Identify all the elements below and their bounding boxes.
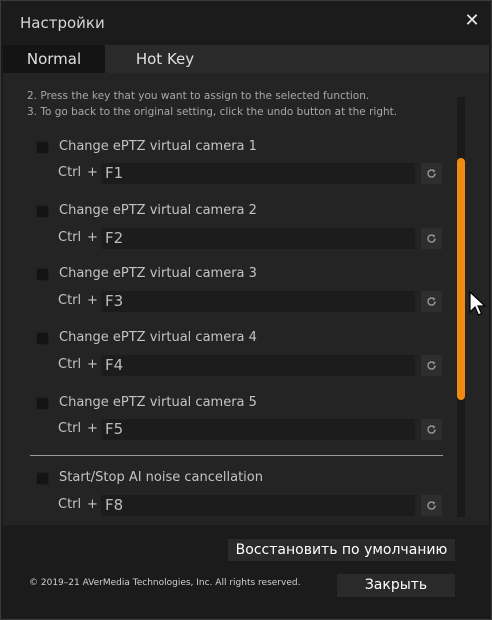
key-field[interactable]: F4 xyxy=(101,355,415,376)
hotkey-label: Change ePTZ virtual camera 4 xyxy=(59,330,257,345)
hotkey-label: Change ePTZ virtual camera 1 xyxy=(59,139,257,154)
undo-button[interactable] xyxy=(421,163,442,184)
modifier-label: Ctrl xyxy=(58,293,82,308)
key-field[interactable]: F8 xyxy=(101,495,415,516)
modifier-label: Ctrl xyxy=(58,230,82,245)
key-field[interactable]: F3 xyxy=(101,291,415,312)
window-title: Настройки xyxy=(20,14,105,32)
plus-sign: + xyxy=(87,165,98,180)
modifier-label: Ctrl xyxy=(58,497,82,512)
key-value: F3 xyxy=(105,292,124,310)
undo-button[interactable] xyxy=(421,495,442,516)
modifier-label: Ctrl xyxy=(58,421,82,436)
plus-sign: + xyxy=(87,293,98,308)
copyright-text: © 2019–21 AVerMedia Technologies, Inc. A… xyxy=(29,578,301,588)
hotkey-checkbox[interactable] xyxy=(36,268,49,281)
tab-normal[interactable]: Normal xyxy=(3,45,105,73)
settings-window: Настройки ✕ Normal Hot Key 2. Press the … xyxy=(0,0,492,620)
close-icon[interactable]: ✕ xyxy=(463,11,481,31)
undo-icon xyxy=(427,501,436,510)
undo-icon xyxy=(427,234,436,243)
instruction-step-2: 2. Press the key that you want to assign… xyxy=(27,90,370,102)
undo-button[interactable] xyxy=(421,291,442,312)
hotkey-label: Change ePTZ virtual camera 5 xyxy=(59,395,257,410)
plus-sign: + xyxy=(87,421,98,436)
plus-sign: + xyxy=(87,230,98,245)
hotkey-checkbox[interactable] xyxy=(36,332,49,345)
undo-button[interactable] xyxy=(421,228,442,249)
tab-hot-key[interactable]: Hot Key xyxy=(105,45,225,73)
undo-icon xyxy=(427,169,436,178)
undo-button[interactable] xyxy=(421,355,442,376)
modifier-label: Ctrl xyxy=(58,165,82,180)
key-value: F1 xyxy=(105,164,124,182)
mouse-cursor-icon xyxy=(469,291,487,316)
undo-button[interactable] xyxy=(421,419,442,440)
instruction-step-3: 3. To go back to the original setting, c… xyxy=(27,106,398,118)
restore-defaults-button[interactable]: Восстановить по умолчанию xyxy=(228,539,455,561)
key-value: F2 xyxy=(105,229,124,247)
plus-sign: + xyxy=(87,497,98,512)
close-button[interactable]: Закрыть xyxy=(337,574,455,597)
plus-sign: + xyxy=(87,357,98,372)
scrollbar-thumb[interactable] xyxy=(457,158,465,400)
key-value: F4 xyxy=(105,356,124,374)
hotkey-checkbox[interactable] xyxy=(36,141,49,154)
hotkey-label: Change ePTZ virtual camera 2 xyxy=(59,203,257,218)
section-divider xyxy=(30,455,443,456)
key-field[interactable]: F2 xyxy=(101,228,415,249)
undo-icon xyxy=(427,361,436,370)
key-value: F8 xyxy=(105,496,124,514)
hotkey-panel: 2. Press the key that you want to assign… xyxy=(3,73,489,525)
modifier-label: Ctrl xyxy=(58,357,82,372)
title-bar: Настройки ✕ xyxy=(1,1,491,45)
undo-icon xyxy=(427,425,436,434)
hotkey-checkbox[interactable] xyxy=(36,397,49,410)
hotkey-label: Change ePTZ virtual camera 3 xyxy=(59,266,257,281)
key-value: F5 xyxy=(105,420,124,438)
hotkey-checkbox[interactable] xyxy=(36,205,49,218)
undo-icon xyxy=(427,297,436,306)
hotkey-checkbox[interactable] xyxy=(36,472,49,485)
key-field[interactable]: F1 xyxy=(101,163,415,184)
key-field[interactable]: F5 xyxy=(101,419,415,440)
tab-bar: Normal Hot Key xyxy=(3,45,489,73)
hotkey-label: Start/Stop AI noise cancellation xyxy=(59,470,263,485)
